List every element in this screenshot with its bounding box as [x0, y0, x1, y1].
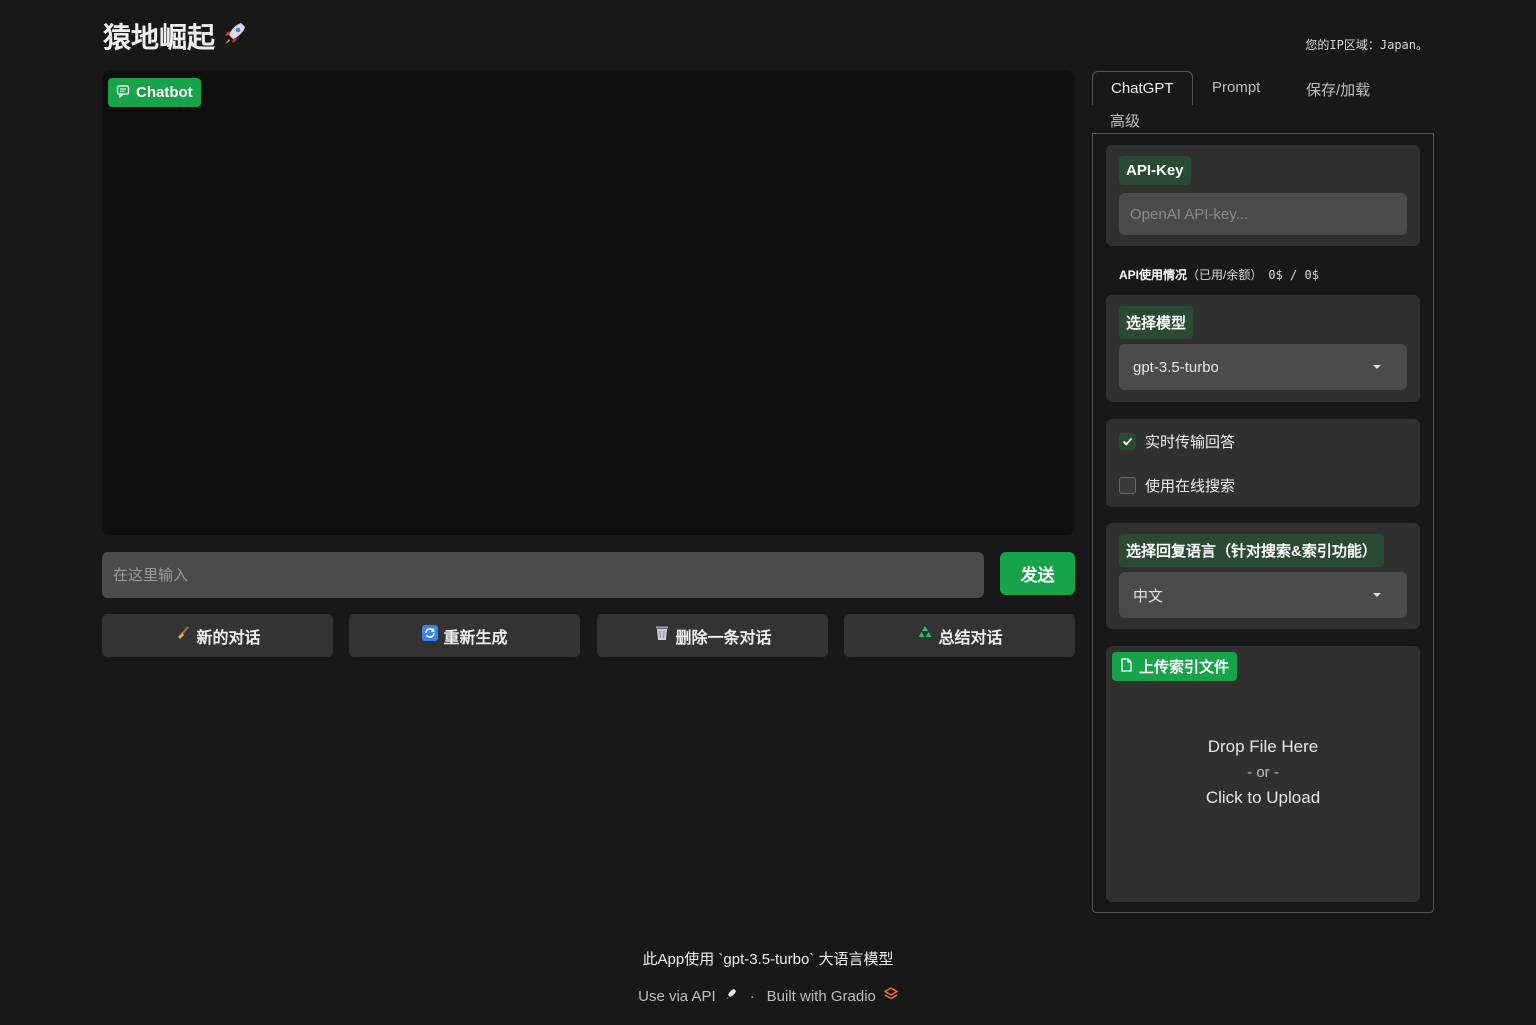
- rocket-icon: [724, 987, 738, 1005]
- api-key-block: API-Key: [1106, 145, 1420, 246]
- api-usage-label: API使用情况: [1119, 268, 1188, 282]
- api-key-input[interactable]: [1119, 193, 1407, 235]
- broom-icon: [174, 624, 192, 647]
- language-label: 选择回复语言（针对搜索&索引功能）: [1119, 534, 1384, 567]
- built-with-gradio-link[interactable]: Built with Gradio: [767, 988, 876, 1005]
- regenerate-label: 重新生成: [443, 629, 508, 647]
- api-key-label: API-Key: [1119, 156, 1191, 185]
- new-chat-button[interactable]: 新的对话: [102, 614, 333, 657]
- upload-label-text: 上传索引文件: [1139, 659, 1230, 676]
- use-via-api-link[interactable]: Use via API: [638, 988, 716, 1005]
- summarize-label: 总结对话: [938, 629, 1003, 647]
- drop-file-text: Drop File Here: [1207, 737, 1319, 756]
- stream-label: 实时传输回答: [1145, 434, 1236, 451]
- model-label: 选择模型: [1119, 306, 1194, 339]
- search-label: 使用在线搜索: [1145, 478, 1236, 495]
- app-title-text: 猿地崛起: [103, 22, 216, 53]
- summarize-button[interactable]: 总结对话: [844, 614, 1075, 657]
- stream-checkbox[interactable]: [1119, 433, 1136, 450]
- chevron-down-icon: [1373, 365, 1381, 369]
- message-input[interactable]: [102, 552, 984, 598]
- chat-bubble-icon: [116, 84, 130, 102]
- ip-region-text: 您的IP区域：Japan。: [1305, 38, 1428, 52]
- new-chat-label: 新的对话: [196, 629, 261, 647]
- trash-icon: [653, 624, 671, 647]
- file-icon: [1120, 657, 1133, 676]
- recycle-icon: [916, 624, 934, 647]
- tab-prompt[interactable]: Prompt: [1194, 71, 1278, 105]
- app-title: 猿地崛起: [103, 16, 249, 56]
- delete-message-label: 删除一条对话: [675, 629, 772, 647]
- upload-label: 上传索引文件: [1112, 652, 1238, 681]
- model-select[interactable]: gpt-3.5-turbo: [1119, 344, 1407, 390]
- api-usage: API使用情况 （已用/余额） 0$ / 0$: [1119, 266, 1319, 283]
- or-text: - or -: [1247, 764, 1279, 781]
- language-select-value: 中文: [1133, 587, 1164, 605]
- language-select[interactable]: 中文: [1119, 572, 1407, 618]
- api-usage-value: 0$ / 0$: [1268, 267, 1319, 282]
- search-checkbox[interactable]: [1119, 477, 1136, 494]
- chatbot-label: Chatbot: [108, 78, 201, 107]
- tab-save-load[interactable]: 保存/加载: [1288, 71, 1388, 105]
- api-usage-paren: （已用/余额）: [1187, 268, 1263, 282]
- rocket-icon: [221, 19, 249, 54]
- delete-message-button[interactable]: 删除一条对话: [597, 614, 828, 657]
- model-info-footer: 此App使用 `gpt-3.5-turbo` 大语言模型: [642, 951, 894, 968]
- footer-separator: ·: [749, 987, 755, 1005]
- tab-advanced[interactable]: 高级: [1092, 102, 1158, 136]
- gradio-logo-icon: [883, 987, 899, 1005]
- options-block: 实时传输回答 使用在线搜索: [1106, 419, 1420, 507]
- search-option[interactable]: 使用在线搜索: [1119, 475, 1235, 496]
- chatbot-label-text: Chatbot: [136, 84, 193, 101]
- chevron-down-icon: [1373, 593, 1381, 597]
- tab-chatgpt[interactable]: ChatGPT: [1092, 71, 1193, 105]
- language-block: 选择回复语言（针对搜索&索引功能） 中文: [1106, 523, 1420, 629]
- model-select-value: gpt-3.5-turbo: [1133, 358, 1219, 376]
- stream-option[interactable]: 实时传输回答: [1119, 431, 1235, 452]
- upload-block[interactable]: 上传索引文件 Drop File Here - or - Click to Up…: [1106, 646, 1420, 902]
- footer-links: Use via API · Built with Gradio: [0, 987, 1536, 1005]
- click-upload-text: Click to Upload: [1205, 788, 1321, 807]
- model-block: 选择模型 gpt-3.5-turbo: [1106, 295, 1420, 402]
- chatbot-panel: Chatbot: [102, 70, 1075, 535]
- send-button[interactable]: 发送: [1000, 552, 1075, 595]
- refresh-icon: [421, 624, 439, 647]
- regenerate-button[interactable]: 重新生成: [349, 614, 580, 657]
- settings-panel: API-Key API使用情况 （已用/余额） 0$ / 0$ 选择模型 gpt…: [1092, 133, 1434, 913]
